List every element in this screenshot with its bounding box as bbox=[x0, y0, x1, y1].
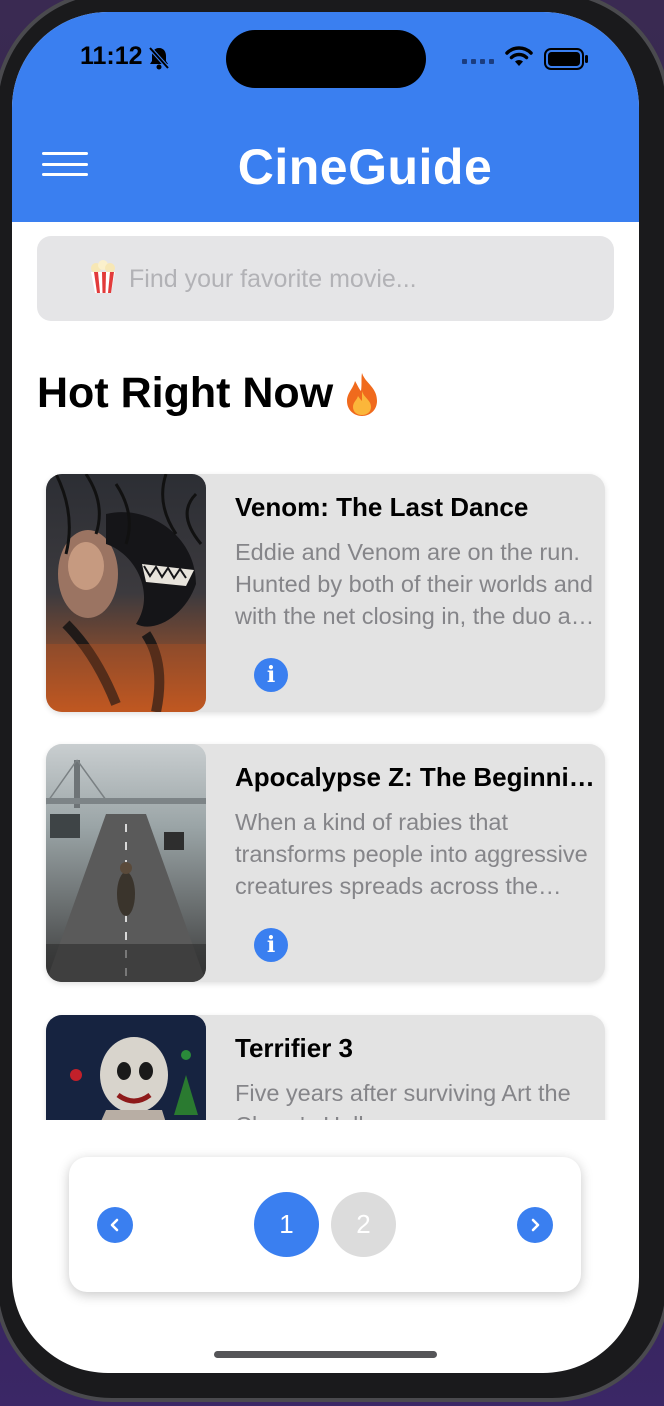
movie-description: When a kind of rabies that transforms pe… bbox=[235, 809, 588, 899]
dynamic-island bbox=[226, 30, 426, 88]
movie-title: Terrifier 3 bbox=[235, 1033, 354, 1063]
fire-icon bbox=[347, 372, 378, 416]
movie-poster[interactable] bbox=[46, 744, 206, 982]
page-button-1[interactable]: 1 bbox=[254, 1192, 319, 1257]
info-icon[interactable]: i bbox=[254, 658, 288, 692]
popcorn-icon bbox=[91, 260, 115, 293]
section-title-text: Hot Right Now bbox=[37, 369, 334, 417]
bell-off-icon bbox=[148, 46, 170, 70]
movie-card[interactable]: Terrifier 3 Five years after surviving A… bbox=[46, 1015, 605, 1120]
battery-icon bbox=[544, 48, 588, 70]
poster-image bbox=[46, 474, 206, 712]
home-indicator[interactable] bbox=[214, 1351, 437, 1358]
wifi-icon bbox=[505, 46, 533, 66]
movie-title: Venom: The Last Dance bbox=[235, 492, 529, 522]
movie-description: Five years after surviving Art the Clown… bbox=[235, 1080, 571, 1120]
poster-image bbox=[46, 744, 206, 982]
chevron-right-icon[interactable] bbox=[517, 1207, 553, 1243]
movie-poster[interactable] bbox=[46, 474, 206, 712]
movie-title: Apocalypse Z: The Beginning of the End bbox=[235, 762, 600, 792]
movie-card[interactable]: Venom: The Last Dance Eddie and Venom ar… bbox=[46, 474, 605, 712]
device-frame: 11:12 CineGuide Find your favorite movie… bbox=[0, 0, 664, 1402]
info-icon[interactable]: i bbox=[254, 928, 288, 962]
status-time: 11:12 bbox=[80, 42, 143, 70]
search-bar[interactable] bbox=[37, 236, 614, 321]
movie-description: Eddie and Venom are on the run. Hunted b… bbox=[235, 539, 593, 629]
movie-list[interactable]: Venom: The Last Dance Eddie and Venom ar… bbox=[12, 452, 639, 1120]
app-header: 11:12 CineGuide bbox=[12, 12, 639, 222]
chevron-left-icon[interactable] bbox=[97, 1207, 133, 1243]
app-screen: 11:12 CineGuide Find your favorite movie… bbox=[12, 12, 639, 1373]
cellular-signal-icon bbox=[462, 59, 494, 64]
movie-card[interactable]: Apocalypse Z: The Beginning of the End W… bbox=[46, 744, 605, 982]
page-button-2[interactable]: 2 bbox=[331, 1192, 396, 1257]
poster-image bbox=[46, 1015, 206, 1120]
movie-poster[interactable] bbox=[46, 1015, 206, 1120]
app-title: CineGuide bbox=[237, 139, 493, 195]
pagination-bar: 1 2 bbox=[69, 1157, 581, 1292]
section-title: Hot Right Now bbox=[37, 369, 381, 418]
search-input[interactable] bbox=[129, 256, 589, 302]
